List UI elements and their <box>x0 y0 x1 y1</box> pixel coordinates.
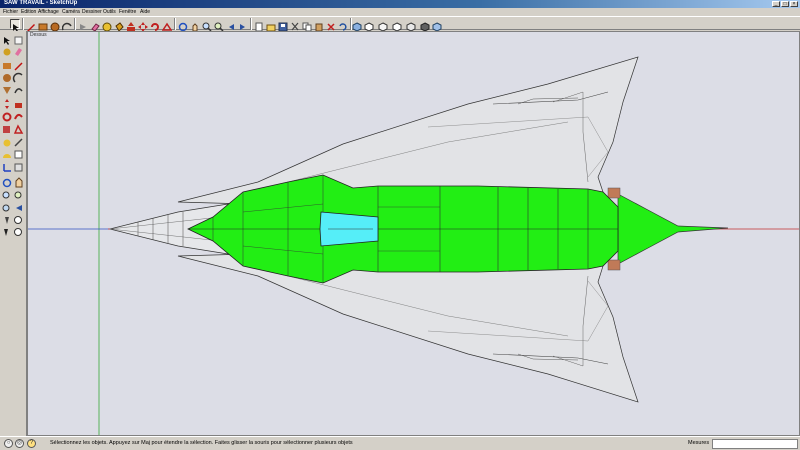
text-icon <box>14 150 23 159</box>
aircraft-model[interactable] <box>28 32 800 436</box>
orbit-tool-button[interactable] <box>178 19 188 32</box>
help-icon[interactable]: ? <box>27 439 36 448</box>
3d-text-icon <box>14 163 23 172</box>
scale-icon <box>3 126 10 133</box>
menu-bar: Fichier Edition Affichage Caméra Dessine… <box>0 8 800 16</box>
previous-icon <box>16 205 22 211</box>
front-view-button[interactable] <box>378 19 388 32</box>
minimize-button[interactable]: _ <box>772 1 780 7</box>
next-view-button[interactable] <box>238 19 248 30</box>
copy-button[interactable] <box>302 19 312 32</box>
section-plane-icon <box>14 228 22 236</box>
arc-tool-button[interactable] <box>61 19 72 31</box>
new-file-button[interactable] <box>254 19 264 32</box>
make-component-button[interactable] <box>78 19 88 30</box>
circle-tool-button[interactable] <box>50 19 60 32</box>
tape-measure-icon <box>3 139 11 147</box>
status-bar: ○ ◎ ? Sélectionnez les objets. Appuyez s… <box>0 436 800 450</box>
arc-icon <box>12 72 23 83</box>
zoom-extents-button[interactable] <box>214 19 224 32</box>
upper-wing <box>177 56 639 205</box>
paint-bucket-button[interactable] <box>114 19 124 32</box>
polygon-icon <box>3 87 11 94</box>
tail-cone <box>607 187 729 271</box>
sketchup-window: SAW TRAVAIL - SketchUp _ □ × Fichier Edi… <box>0 0 800 450</box>
menu-fichier[interactable]: Fichier <box>3 8 18 16</box>
rectangle-icon <box>3 63 11 69</box>
rotate-tool-button[interactable] <box>150 19 160 31</box>
window-title: SAW TRAVAIL - SketchUp <box>4 0 78 6</box>
main-toolbar <box>0 16 800 32</box>
back-view-button[interactable] <box>406 19 416 32</box>
left-view-button[interactable] <box>420 19 430 32</box>
zoom-icon <box>2 191 10 199</box>
zoom-extents-icon <box>2 204 10 212</box>
model-viewport[interactable]: Dessus <box>27 31 800 436</box>
bottom-view-button[interactable] <box>432 19 442 32</box>
paint-icon <box>3 48 11 56</box>
circle-icon <box>3 74 11 82</box>
menu-camera[interactable]: Caméra <box>62 8 80 16</box>
previous-view-button[interactable] <box>226 19 236 30</box>
push-pull-icon <box>15 103 22 108</box>
credits-icon[interactable]: ◎ <box>15 439 24 448</box>
position-camera-icon <box>5 217 9 224</box>
paste-button[interactable] <box>314 19 324 32</box>
menu-fenetre[interactable]: Fenêtre <box>119 8 136 16</box>
save-button[interactable] <box>278 19 288 32</box>
line-icon <box>14 62 23 71</box>
geo-location-icon[interactable]: ○ <box>4 439 13 448</box>
menu-affichage[interactable]: Affichage <box>38 8 59 16</box>
push-pull-button[interactable] <box>126 19 136 31</box>
tape-measure-button[interactable] <box>102 19 112 32</box>
left-tool-palette <box>0 31 27 436</box>
lower-wing <box>177 253 639 403</box>
status-message: Sélectionnez les objets. Appuyez sur Maj… <box>50 440 353 446</box>
top-view-button[interactable] <box>364 19 374 32</box>
measurements-label: Mesures <box>688 440 710 446</box>
pan-tool-button[interactable] <box>190 19 200 32</box>
look-around-icon <box>14 216 22 224</box>
offset-icon <box>13 124 24 134</box>
move-tool-button[interactable] <box>138 19 148 32</box>
menu-edition[interactable]: Edition <box>21 8 36 16</box>
freehand-icon <box>14 88 23 94</box>
erase-selection-button[interactable] <box>326 19 336 31</box>
tool-palette-icons <box>2 36 24 236</box>
fuselage <box>187 174 619 284</box>
rotate-icon <box>2 112 12 122</box>
eraser-icon <box>15 48 22 56</box>
cut-button[interactable] <box>290 19 300 31</box>
component-tool-icon <box>14 36 23 45</box>
orbit-icon <box>2 178 12 188</box>
cockpit-canopy <box>319 211 379 247</box>
measurements-input[interactable] <box>712 439 798 449</box>
menu-aide[interactable]: Aide <box>140 8 150 16</box>
menu-dessiner[interactable]: Dessiner <box>82 8 102 16</box>
close-button[interactable]: × <box>790 1 798 7</box>
iso-view-button[interactable] <box>352 19 362 32</box>
walk-icon <box>4 229 8 236</box>
title-bar: SAW TRAVAIL - SketchUp _ □ × <box>0 0 800 8</box>
menu-outils[interactable]: Outils <box>103 8 116 16</box>
follow-me-icon <box>14 113 23 120</box>
open-file-button[interactable] <box>266 19 276 32</box>
protractor-icon <box>3 154 11 158</box>
dimension-icon <box>14 138 23 147</box>
right-view-button[interactable] <box>392 19 402 32</box>
rectangle-tool-button[interactable] <box>38 19 48 31</box>
undo-button[interactable] <box>338 19 348 31</box>
maximize-button[interactable]: □ <box>781 1 789 7</box>
select-tool-icon <box>4 37 10 45</box>
eraser-tool-button[interactable] <box>90 19 100 32</box>
pencil-tool-button[interactable] <box>26 19 36 32</box>
zoom-tool-button[interactable] <box>202 19 212 32</box>
offset-tool-button[interactable] <box>161 19 173 31</box>
zoom-window-icon <box>14 191 22 199</box>
move-icon <box>5 99 9 109</box>
select-tool-button[interactable] <box>10 19 20 32</box>
axes-icon <box>3 164 11 172</box>
pan-icon <box>15 177 23 188</box>
